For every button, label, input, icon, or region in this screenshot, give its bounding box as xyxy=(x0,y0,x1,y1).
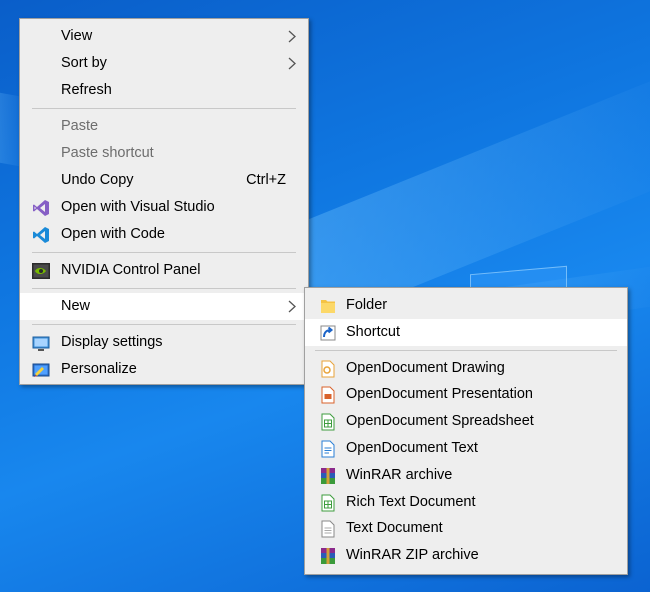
menu-item-label: View xyxy=(61,28,93,44)
submenu-item-opendocument-spreadsheet[interactable]: OpenDocument Spreadsheet xyxy=(305,408,627,435)
winrar-zip-icon xyxy=(321,548,335,565)
menu-item-label: Refresh xyxy=(61,82,112,98)
vscode-icon xyxy=(33,227,49,243)
submenu-item-label: Rich Text Document xyxy=(346,493,476,510)
visual-studio-icon xyxy=(33,200,49,216)
rtf-icon xyxy=(321,494,335,512)
chevron-right-icon xyxy=(288,57,296,70)
menu-item-open-with-visual-studio[interactable]: Open with Visual Studio xyxy=(20,194,308,221)
menu-item-new[interactable]: New xyxy=(20,293,308,320)
submenu-item-label: OpenDocument Presentation xyxy=(346,386,533,403)
submenu-item-opendocument-presentation[interactable]: OpenDocument Presentation xyxy=(305,381,627,408)
submenu-item-opendocument-drawing[interactable]: OpenDocument Drawing xyxy=(305,355,627,382)
submenu-item-opendocument-text[interactable]: OpenDocument Text xyxy=(305,435,627,462)
menu-item-label: Paste shortcut xyxy=(61,145,154,161)
shortcut-icon xyxy=(320,325,336,341)
odp-icon xyxy=(321,386,335,404)
submenu-item-label: WinRAR ZIP archive xyxy=(346,547,479,564)
keyboard-shortcut: Ctrl+Z xyxy=(246,172,286,188)
menu-item-paste: Paste xyxy=(20,113,308,140)
submenu-item-label: Folder xyxy=(346,297,388,313)
submenu-item-text-document[interactable]: Text Document xyxy=(305,515,627,542)
submenu-item-label: OpenDocument Spreadsheet xyxy=(346,413,534,430)
chevron-right-icon xyxy=(288,30,296,43)
submenu-item-label: Shortcut xyxy=(346,323,400,340)
personalize-icon xyxy=(32,363,50,377)
menu-item-nvidia-control-panel[interactable]: NVIDIA Control Panel xyxy=(20,257,308,284)
desktop-context-menu: View Sort by Refresh Paste Paste shortcu… xyxy=(19,18,309,385)
menu-item-label: Open with Visual Studio xyxy=(61,199,215,215)
menu-item-paste-shortcut: Paste shortcut xyxy=(20,140,308,167)
menu-item-view[interactable]: View xyxy=(20,23,308,50)
submenu-item-winrar-archive[interactable]: WinRAR archive xyxy=(305,462,627,489)
submenu-item-label: OpenDocument Text xyxy=(346,439,478,456)
menu-item-sort-by[interactable]: Sort by xyxy=(20,50,308,77)
submenu-item-winrar-zip-archive[interactable]: WinRAR ZIP archive xyxy=(305,542,627,569)
menu-item-personalize[interactable]: Personalize xyxy=(20,356,308,383)
menu-separator xyxy=(32,288,296,289)
submenu-item-folder[interactable]: Folder xyxy=(305,292,627,319)
txt-icon xyxy=(321,520,335,538)
submenu-item-label: Text Document xyxy=(346,520,443,537)
folder-icon xyxy=(321,300,335,313)
menu-item-label: Paste xyxy=(61,118,99,134)
menu-separator xyxy=(32,108,296,109)
menu-item-label: NVIDIA Control Panel xyxy=(61,262,201,278)
chevron-right-icon xyxy=(288,300,296,313)
menu-item-label: Sort by xyxy=(61,55,107,71)
menu-item-display-settings[interactable]: Display settings xyxy=(20,329,308,356)
menu-item-undo-copy[interactable]: Undo Copy Ctrl+Z xyxy=(20,167,308,194)
new-submenu: Folder Shortcut OpenDocument Drawing Ope… xyxy=(304,287,628,575)
odg-icon xyxy=(321,360,335,378)
odt-icon xyxy=(321,440,335,458)
menu-item-label: Display settings xyxy=(61,334,163,350)
display-icon xyxy=(32,336,50,351)
menu-item-label: Personalize xyxy=(61,361,137,377)
menu-separator xyxy=(32,324,296,325)
menu-item-label: New xyxy=(61,298,91,314)
menu-item-open-with-code[interactable]: Open with Code xyxy=(20,221,308,248)
winrar-icon xyxy=(321,467,335,484)
submenu-item-label: WinRAR archive xyxy=(346,466,453,483)
menu-item-label: Undo Copy xyxy=(61,172,134,188)
submenu-item-label: OpenDocument Drawing xyxy=(346,359,505,376)
submenu-item-shortcut[interactable]: Shortcut xyxy=(305,318,627,346)
menu-separator xyxy=(315,349,617,351)
menu-item-refresh[interactable]: Refresh xyxy=(20,77,308,104)
nvidia-icon xyxy=(32,263,50,279)
ods-icon xyxy=(321,413,335,431)
menu-item-label: Open with Code xyxy=(61,226,165,242)
submenu-item-rich-text-document[interactable]: Rich Text Document xyxy=(305,489,627,516)
menu-separator xyxy=(32,252,296,253)
